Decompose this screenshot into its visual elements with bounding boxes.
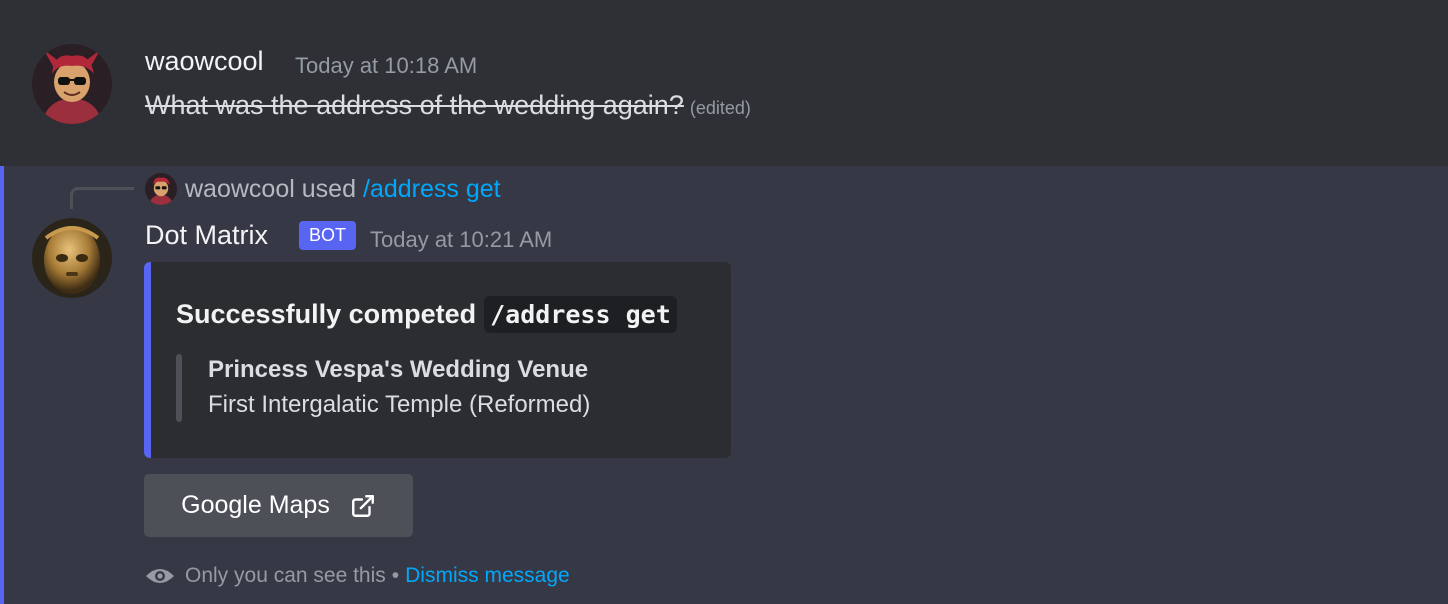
embed-field-value: First Intergalatic Temple (Reformed) xyxy=(208,391,591,418)
embed-title-text: Successfully competed xyxy=(176,299,477,329)
ephemeral-highlight-bar xyxy=(0,166,4,604)
ephemeral-notice: Only you can see this • Dismiss message xyxy=(145,564,570,588)
separator-bullet: • xyxy=(391,564,400,587)
eye-icon xyxy=(145,566,175,586)
blockquote-bar xyxy=(176,354,182,422)
reply-spine xyxy=(70,187,134,209)
embed-field-name: Princess Vespa's Wedding Venue xyxy=(208,356,589,383)
google-maps-button[interactable]: Google Maps xyxy=(144,474,413,537)
google-maps-button-label: Google Maps xyxy=(181,491,330,519)
bot-tag: BOT xyxy=(299,221,357,250)
chat-view: waowcool Today at 10:18 AM What was the … xyxy=(0,0,1448,604)
message-dot-matrix: waowcool used /address get Dot Matrix BO… xyxy=(0,166,1448,604)
message-waowcool: waowcool Today at 10:18 AM What was the … xyxy=(0,0,1448,166)
avatar-waowcool[interactable] xyxy=(32,44,112,124)
embed: Successfully competed /address get Princ… xyxy=(144,262,731,458)
embed-title-code: /address get xyxy=(484,296,677,333)
author-name-bot[interactable]: Dot Matrix xyxy=(145,220,268,251)
ephemeral-note-text: Only you can see this xyxy=(185,564,386,587)
dismiss-message-link[interactable]: Dismiss message xyxy=(405,564,570,588)
external-link-icon xyxy=(350,493,376,519)
reply-used-label: used xyxy=(301,174,356,203)
edited-label: (edited) xyxy=(689,98,751,118)
reply-username[interactable]: waowcool xyxy=(185,175,295,204)
interaction-reply[interactable]: waowcool used /address get xyxy=(145,172,501,206)
author-name[interactable]: waowcool xyxy=(145,46,264,77)
avatar-dot-matrix[interactable] xyxy=(32,218,112,298)
message-timestamp-bot: Today at 10:21 AM xyxy=(370,227,553,252)
message-timestamp: Today at 10:18 AM xyxy=(295,53,478,78)
avatar-waowcool-small xyxy=(145,173,177,205)
message-content: What was the address of the wedding agai… xyxy=(145,90,751,121)
embed-title: Successfully competed /address get xyxy=(176,296,677,333)
embed-accent-bar xyxy=(144,262,151,458)
strikethrough-text: What was the address of the wedding agai… xyxy=(145,90,684,120)
reply-command[interactable]: /address get xyxy=(363,175,501,204)
